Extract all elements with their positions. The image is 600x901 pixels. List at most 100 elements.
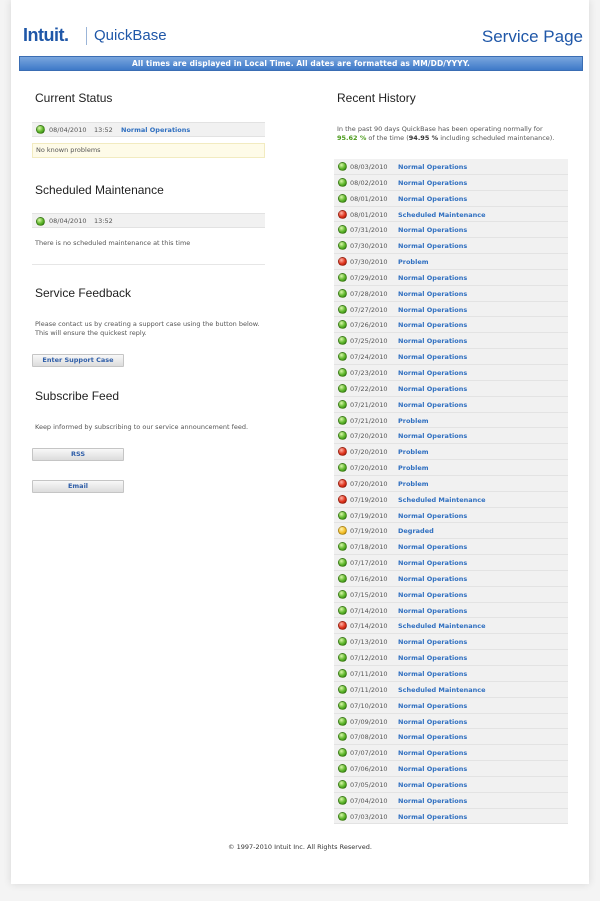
history-status-link[interactable]: Normal Operations	[398, 321, 467, 329]
history-row: 07/25/2010 Normal Operations	[334, 333, 568, 350]
history-status-link[interactable]: Normal Operations	[398, 607, 467, 615]
history-status-link[interactable]: Normal Operations	[398, 274, 467, 282]
history-status-link[interactable]: Normal Operations	[398, 813, 467, 821]
status-green-icon	[338, 669, 347, 678]
status-red-icon	[338, 478, 347, 488]
timezone-banner: All times are displayed in Local Time. A…	[19, 56, 583, 71]
status-green-icon	[338, 383, 347, 393]
status-green-icon	[338, 320, 347, 330]
history-status-link[interactable]: Normal Operations	[398, 337, 467, 345]
maintenance-row: 08/04/2010 13:52	[32, 213, 265, 228]
summary-prefix: In the past 90 days QuickBase has been o…	[337, 125, 543, 133]
history-status-link[interactable]: Problem	[398, 480, 429, 488]
history-status-link[interactable]: Normal Operations	[398, 702, 467, 710]
history-date: 07/29/2010	[350, 273, 388, 282]
history-status-link[interactable]: Normal Operations	[398, 749, 467, 757]
logo-divider	[86, 27, 87, 45]
history-date: 07/21/2010	[350, 400, 388, 409]
enter-support-case-button[interactable]: Enter Support Case	[32, 354, 124, 367]
history-status-link[interactable]: Problem	[398, 464, 429, 472]
uptime-with-maintenance: 94.95 %	[408, 134, 439, 142]
status-green-icon	[338, 764, 347, 774]
history-status-link[interactable]: Normal Operations	[398, 591, 467, 599]
history-status-link[interactable]: Problem	[398, 258, 429, 266]
history-row: 07/04/2010 Normal Operations	[334, 793, 568, 809]
footer-copyright: © 1997-2010 Intuit Inc. All Rights Reser…	[228, 843, 372, 851]
history-status-link[interactable]: Normal Operations	[398, 306, 467, 314]
history-status-link[interactable]: Scheduled Maintenance	[398, 211, 486, 219]
history-row: 07/11/2010 Normal Operations	[334, 666, 568, 682]
history-status-link[interactable]: Normal Operations	[398, 654, 467, 662]
current-status-note-box: No known problems	[32, 143, 265, 158]
status-green-icon	[338, 415, 347, 425]
history-status-link[interactable]: Normal Operations	[398, 163, 467, 171]
history-status-link[interactable]: Problem	[398, 448, 429, 456]
history-status-link[interactable]: Normal Operations	[398, 401, 467, 409]
email-button[interactable]: Email	[32, 480, 124, 493]
history-row: 07/22/2010 Normal Operations	[334, 381, 568, 397]
feedback-text-line2: This will ensure the quickest reply.	[35, 329, 147, 337]
history-status-link[interactable]: Scheduled Maintenance	[398, 686, 486, 694]
history-status-link[interactable]: Normal Operations	[398, 670, 467, 678]
history-status-link[interactable]: Normal Operations	[398, 179, 467, 187]
scheduled-maintenance-title: Scheduled Maintenance	[35, 183, 164, 197]
history-status-link[interactable]: Normal Operations	[398, 512, 467, 520]
service-feedback-title: Service Feedback	[35, 286, 132, 300]
history-status-link[interactable]: Normal Operations	[398, 781, 467, 789]
history-status-link[interactable]: Normal Operations	[398, 290, 467, 298]
history-status-link[interactable]: Normal Operations	[398, 765, 467, 773]
history-status-link[interactable]: Normal Operations	[398, 575, 467, 583]
history-row: 07/21/2010 Normal Operations	[334, 397, 568, 413]
history-date: 07/16/2010	[350, 574, 388, 583]
history-date: 07/19/2010	[350, 527, 388, 536]
history-row: 07/15/2010 Normal Operations	[334, 587, 568, 603]
history-status-link[interactable]: Degraded	[398, 527, 434, 535]
page-container: Intuit. QuickBase Service Page All times…	[11, 0, 589, 884]
status-green-icon	[338, 177, 347, 187]
history-status-link[interactable]: Normal Operations	[398, 638, 467, 646]
history-status-link[interactable]: Normal Operations	[398, 543, 467, 551]
history-status-link[interactable]: Problem	[398, 417, 429, 425]
history-row: 07/20/2010 Problem	[334, 460, 568, 476]
current-status-link[interactable]: Normal Operations	[121, 126, 190, 134]
history-date: 07/14/2010	[350, 622, 388, 631]
status-green-icon	[338, 352, 347, 362]
history-date: 08/01/2010	[350, 210, 388, 219]
history-status-link[interactable]: Normal Operations	[398, 733, 467, 741]
history-row: 07/20/2010 Problem	[334, 444, 568, 461]
intuit-logo[interactable]: Intuit.	[23, 26, 69, 44]
history-date: 07/31/2010	[350, 226, 388, 235]
history-row: 07/19/2010 Degraded	[334, 523, 568, 540]
history-status-link[interactable]: Normal Operations	[398, 797, 467, 805]
history-status-link[interactable]: Normal Operations	[398, 718, 467, 726]
history-date: 07/10/2010	[350, 701, 388, 710]
history-status-link[interactable]: Normal Operations	[398, 559, 467, 567]
status-green-icon	[338, 225, 347, 235]
history-row: 07/08/2010 Normal Operations	[334, 729, 568, 746]
history-status-link[interactable]: Normal Operations	[398, 242, 467, 250]
history-status-link[interactable]: Normal Operations	[398, 195, 467, 203]
status-green-icon	[338, 589, 347, 599]
history-status-link[interactable]: Normal Operations	[398, 385, 467, 393]
history-status-link[interactable]: Normal Operations	[398, 369, 467, 377]
history-date: 07/22/2010	[350, 384, 388, 393]
history-date: 07/15/2010	[350, 590, 388, 599]
history-status-link[interactable]: Normal Operations	[398, 226, 467, 234]
history-date: 07/11/2010	[350, 685, 388, 694]
status-green-icon	[338, 336, 347, 346]
status-red-icon	[338, 447, 347, 457]
status-green-icon	[338, 684, 347, 694]
history-status-link[interactable]: Normal Operations	[398, 432, 467, 440]
history-status-link[interactable]: Scheduled Maintenance	[398, 622, 486, 630]
current-status-row: 08/04/2010 13:52 Normal Operations	[32, 122, 265, 137]
status-red-icon	[338, 257, 347, 267]
history-row: 07/03/2010 Normal Operations	[334, 809, 568, 825]
history-status-link[interactable]: Normal Operations	[398, 353, 467, 361]
rss-button[interactable]: RSS	[32, 448, 124, 461]
history-date: 07/20/2010	[350, 464, 388, 473]
subscribe-feed-title: Subscribe Feed	[35, 389, 120, 403]
status-green-icon	[338, 653, 347, 663]
history-status-link[interactable]: Scheduled Maintenance	[398, 496, 486, 504]
history-date: 07/07/2010	[350, 749, 388, 758]
maintenance-time: 13:52	[94, 217, 113, 225]
